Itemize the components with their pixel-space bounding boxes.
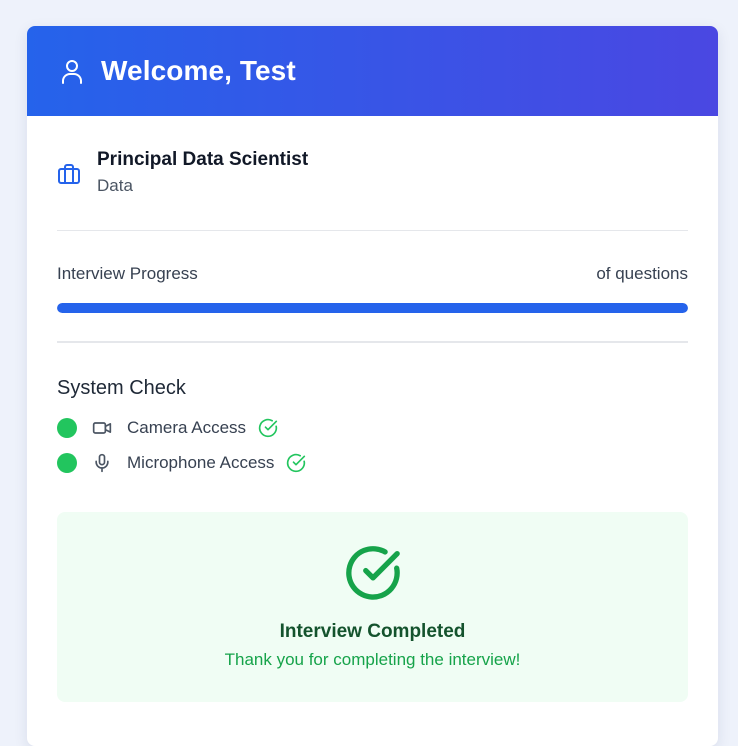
progress-bar-fill — [57, 303, 688, 313]
microphone-icon — [92, 453, 112, 473]
status-dot — [57, 417, 77, 438]
check-circle-icon — [258, 418, 278, 438]
interview-progress: Interview Progress of questions — [57, 231, 688, 343]
welcome-title: Welcome, Test — [101, 55, 296, 86]
camera-check-item: Camera Access — [57, 410, 688, 445]
microphone-access-label: Microphone Access — [127, 452, 275, 472]
completion-message: Thank you for completing the interview! — [224, 650, 521, 669]
interview-card: Welcome, Test Principal Data Scientist D… — [27, 26, 718, 746]
user-icon — [60, 57, 84, 85]
progress-count: of questions — [596, 264, 688, 283]
completion-panel: Interview Completed Thank you for comple… — [57, 512, 688, 702]
completion-title: Interview Completed — [279, 621, 466, 642]
role-title: Principal Data Scientist — [97, 149, 309, 170]
card-header: Welcome, Test — [27, 26, 718, 116]
briefcase-icon — [57, 162, 81, 186]
status-dot — [57, 452, 77, 473]
role-department: Data — [97, 176, 133, 195]
role-section: Principal Data Scientist Data — [57, 116, 688, 231]
system-check-section: System Check Camera Access Microphone Ac… — [57, 343, 688, 480]
system-check-title: System Check — [57, 377, 186, 399]
microphone-check-item: Microphone Access — [57, 445, 688, 480]
progress-bar — [57, 303, 688, 313]
check-circle-icon — [286, 453, 306, 473]
camera-access-label: Camera Access — [127, 417, 247, 437]
camera-icon — [92, 418, 112, 438]
check-circle-icon — [344, 544, 402, 602]
progress-label: Interview Progress — [57, 264, 198, 283]
